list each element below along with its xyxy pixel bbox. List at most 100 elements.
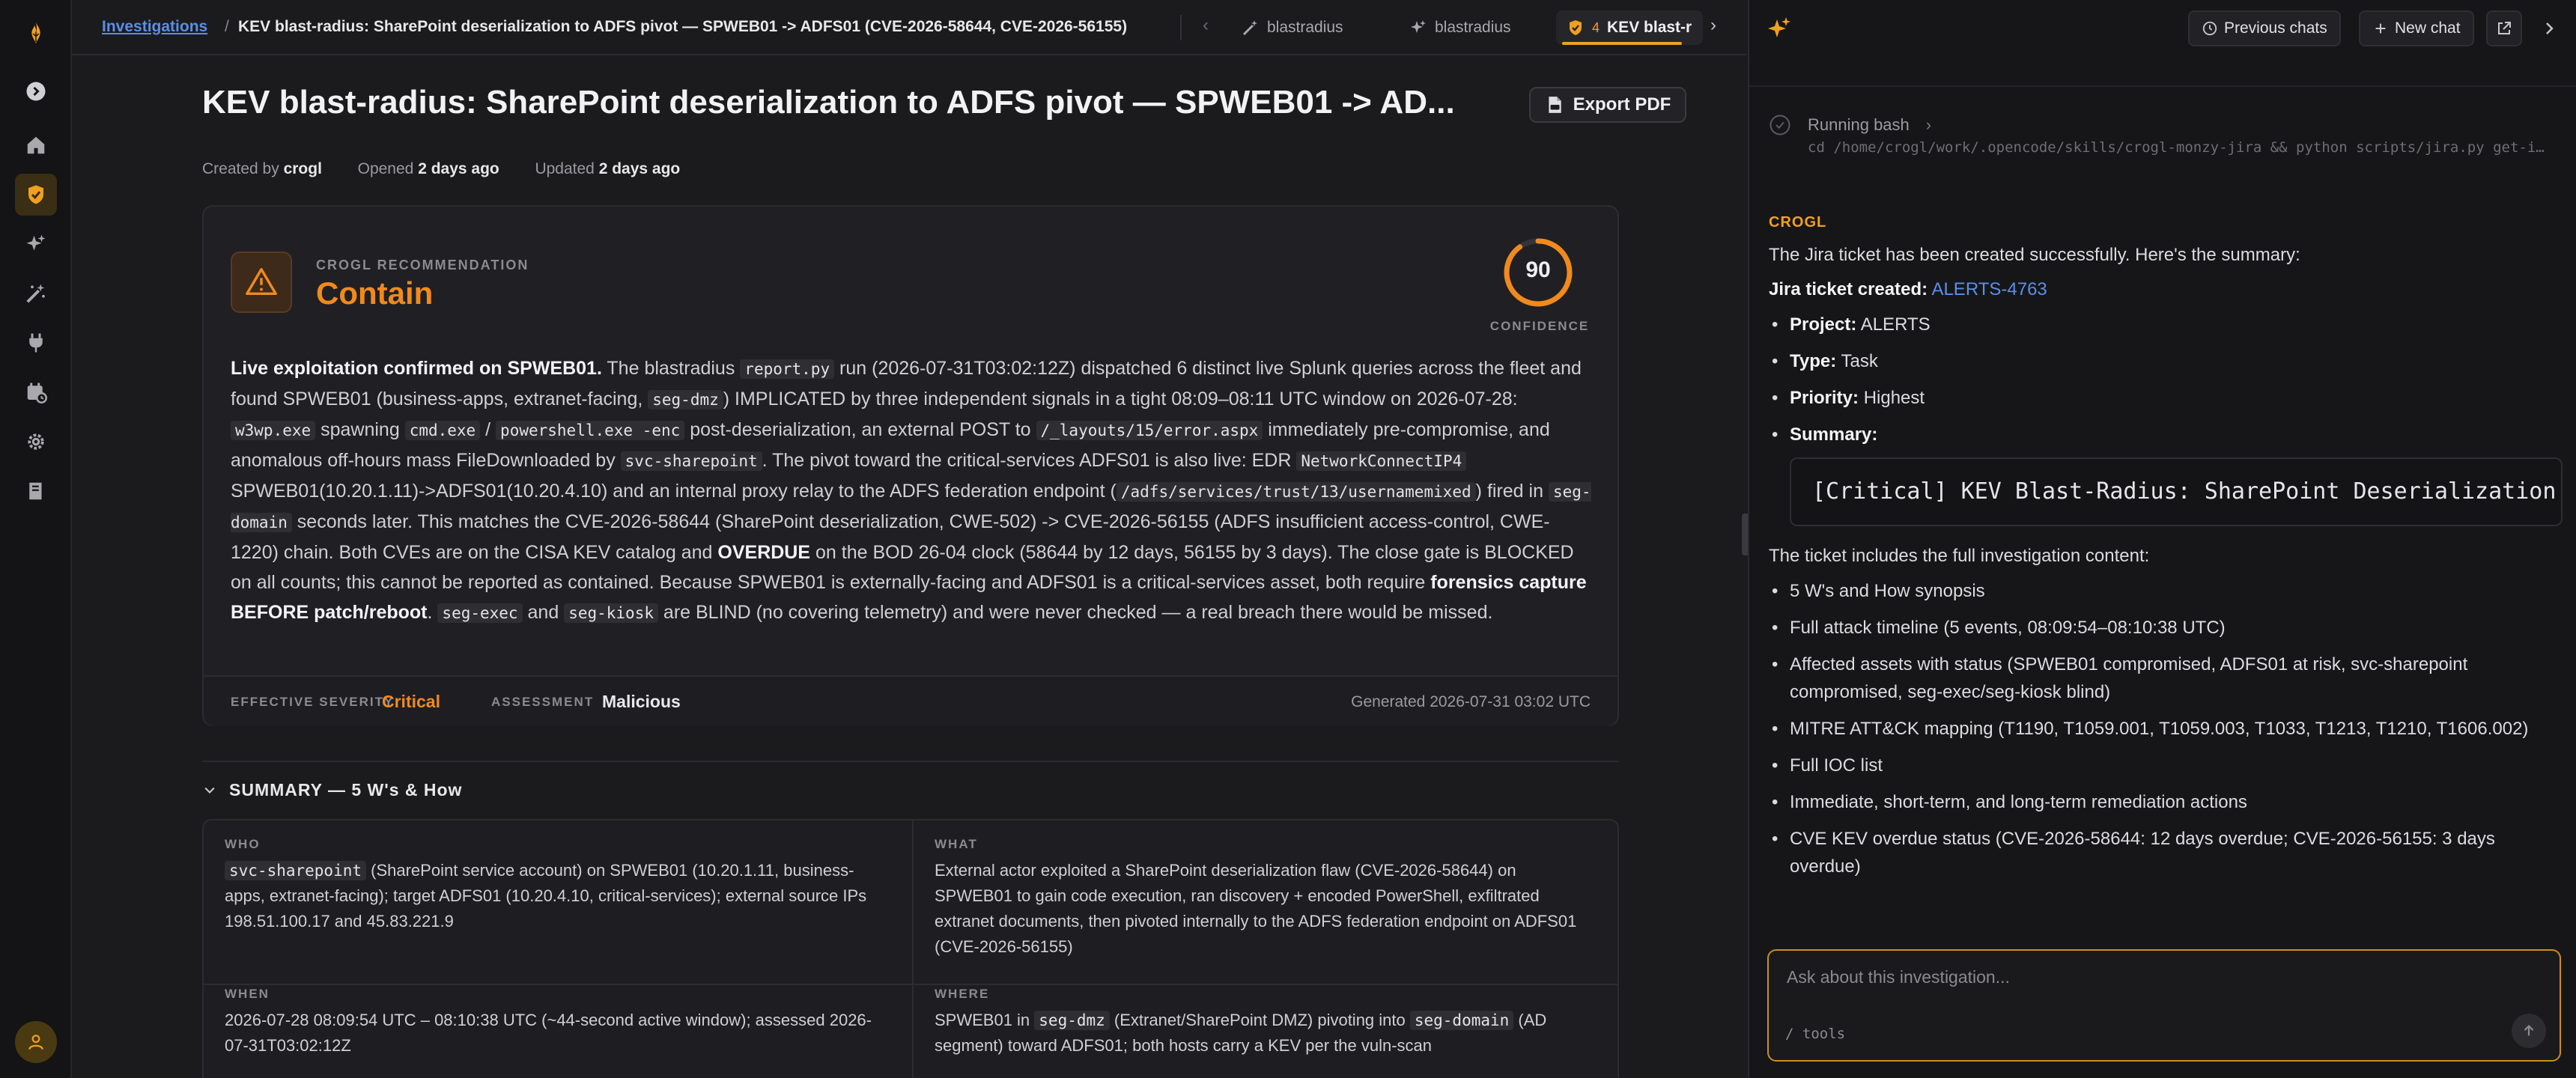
recommendation-card: CROGL RECOMMENDATION Contain 90 CONFIDEN… [202,205,1619,726]
rec-body-text: . [427,602,438,623]
plug-icon[interactable] [15,322,57,364]
includes-intro: The ticket includes the full investigati… [1769,546,2150,566]
breadcrumb-investigations-link[interactable]: Investigations [102,18,207,36]
check-circle-icon [1770,115,1790,135]
chevron-right-icon [2546,22,2554,34]
message-intro: The Jira ticket has been created success… [1769,245,2300,265]
field-label: Priority: [1790,388,1859,408]
logo-flame-icon[interactable] [15,12,57,54]
sparkle-icon [1411,20,1426,33]
shield-check-icon [1570,20,1582,35]
main-content: Investigations / KEV blast-radius: Share… [72,0,1746,1078]
collapse-panel-button[interactable] [2531,10,2567,46]
rec-body-code: seg-kiosk [564,603,658,623]
docs-book-icon[interactable] [15,470,57,512]
summary-who-code: svc-sharepoint [225,861,367,880]
rec-body-text: post-deserialization, an external POST t… [684,419,1036,440]
field-label: Type: [1790,351,1837,371]
summary-who-label: WHO [225,837,261,851]
new-chat-button[interactable]: New chat [2359,10,2474,46]
rec-body-text: . The pivot toward the critical-services… [762,450,1297,471]
previous-chats-button[interactable]: Previous chats [2188,10,2341,46]
assistant-message: CROGL The Jira ticket has been created s… [1769,214,2563,889]
tab-kev-blast-radius[interactable]: 4 KEV blast-r [1556,10,1703,45]
magic-wand-icon [1242,20,1257,36]
list-item: Full IOC list [1769,752,2563,779]
list-item: Full attack timeline (5 events, 08:09:54… [1769,614,2563,642]
generated-timestamp: Generated 2026-07-31 03:02 UTC [1351,693,1591,710]
magic-wand-icon[interactable] [15,272,57,314]
tab-label: KEV blast-r [1607,19,1692,36]
export-pdf-button[interactable]: Export PDF [1529,87,1686,123]
summary-code-block: [Critical] KEV Blast-Radius: SharePoint … [1790,457,2563,526]
rec-body-code: powershell.exe -enc [496,421,685,440]
rec-body-code: cmd.exe [404,421,481,440]
rec-body-code: NetworkConnectIP4 [1296,451,1467,471]
list-item: Summary: [1769,421,2563,448]
confidence-label: CONFIDENCE [1489,319,1590,333]
settings-gear-icon[interactable] [15,421,57,463]
rec-body-text: / [480,419,496,440]
rec-body-text: ) fired in [1475,481,1549,502]
summary-grid: WHO svc-sharepoint (SharePoint service a… [202,819,1619,1078]
tab-blastradius-2[interactable]: blastradius [1399,10,1522,45]
tools-hint: / tools [1785,1026,1846,1042]
app: Investigations / KEV blast-radius: Share… [0,0,2576,1078]
tab-blastradius-1[interactable]: blastradius [1231,10,1354,45]
running-bash-label: Running bash [1808,115,1910,134]
rec-body-text: ) IMPLICATED by three independent signal… [723,389,1518,409]
calendar-clock-icon[interactable] [15,371,57,413]
ai-sparkle-icon[interactable] [15,223,57,265]
summary-where: WHERE SPWEB01 in seg-dmz (Extranet/Share… [914,987,1617,1059]
list-item: CVE KEV overdue status (CVE-2026-58644: … [1769,825,2563,880]
field-value: Task [1841,351,1878,371]
ticket-fields-list: Project: ALERTS Type: Task Priority: Hig… [1769,311,2563,448]
assessment-label: ASSESSMENT [491,695,595,709]
user-avatar-icon[interactable] [15,1021,57,1063]
ticket-created-label: Jira ticket created: [1769,279,1928,299]
tab-label: blastradius [1435,19,1511,36]
list-item: Priority: Highest [1769,384,2563,412]
expand-sidebar-icon[interactable] [15,70,57,112]
chat-input[interactable] [1769,951,2560,1018]
rec-body-code: /_layouts/15/error.aspx [1036,421,1263,440]
rec-body-lead: Live exploitation confirmed on SPWEB01. [231,358,602,379]
rec-body-code: seg-exec [437,603,523,623]
effective-severity-value: Critical [382,692,440,711]
updated-prefix: Updated [535,160,595,177]
effective-severity-label: EFFECTIVE SEVERITY [231,695,395,709]
rec-body-text: spawning [315,419,405,440]
summary-when: WHEN 2026-07-28 08:09:54 UTC – 08:10:38 … [204,987,912,1059]
list-item: MITRE ATT&CK mapping (T1190, T1059.001, … [1769,715,2563,743]
summary-what: WHAT External actor exploited a SharePoi… [914,837,1617,960]
summary-what-label: WHAT [935,837,978,851]
running-bash-step[interactable]: Running bash › [1769,114,1931,136]
list-item: Immediate, short-term, and long-term rem… [1769,788,2563,816]
summary-who: WHO svc-sharepoint (SharePoint service a… [204,837,912,934]
chevron-right-icon: › [1925,115,1932,134]
plus-icon [2375,23,2386,34]
recommendation-value: Contain [316,275,434,311]
rec-body-text: are BLIND (no covering telemetry) and we… [657,602,1493,623]
rec-body-code: seg-dmz [648,390,723,409]
investigation-meta: Created by crogl Opened 2 days ago Updat… [202,160,680,178]
list-item: Type: Task [1769,347,2563,375]
ticket-created-line: Jira ticket created: ALERTS-4763 [1769,276,2563,303]
rec-body-text: SPWEB01(10.20.1.11)->ADFS01(10.20.4.10) … [231,481,1117,502]
tab-scroll-left-icon[interactable]: ‹ [1203,15,1209,36]
send-button[interactable] [2512,1014,2546,1048]
summary-where-label: WHERE [935,987,990,1001]
home-icon[interactable] [15,124,57,166]
rec-body-text: The blastradius [601,358,741,379]
rec-body-emphasis: OVERDUE [717,542,811,563]
summary-where-code: seg-domain [1409,1011,1514,1030]
tab-divider [1180,15,1182,40]
message-author: CROGL [1769,214,1827,231]
open-external-button[interactable] [2486,10,2522,46]
summary-section-toggle[interactable]: SUMMARY — 5 W's & How [202,780,462,800]
investigations-shield-icon[interactable] [15,174,57,216]
opened-value: 2 days ago [418,160,499,177]
active-tab-indicator [1562,42,1682,45]
tab-scroll-right-icon[interactable]: › [1710,15,1716,36]
ticket-link[interactable]: ALERTS-4763 [1931,279,2047,299]
